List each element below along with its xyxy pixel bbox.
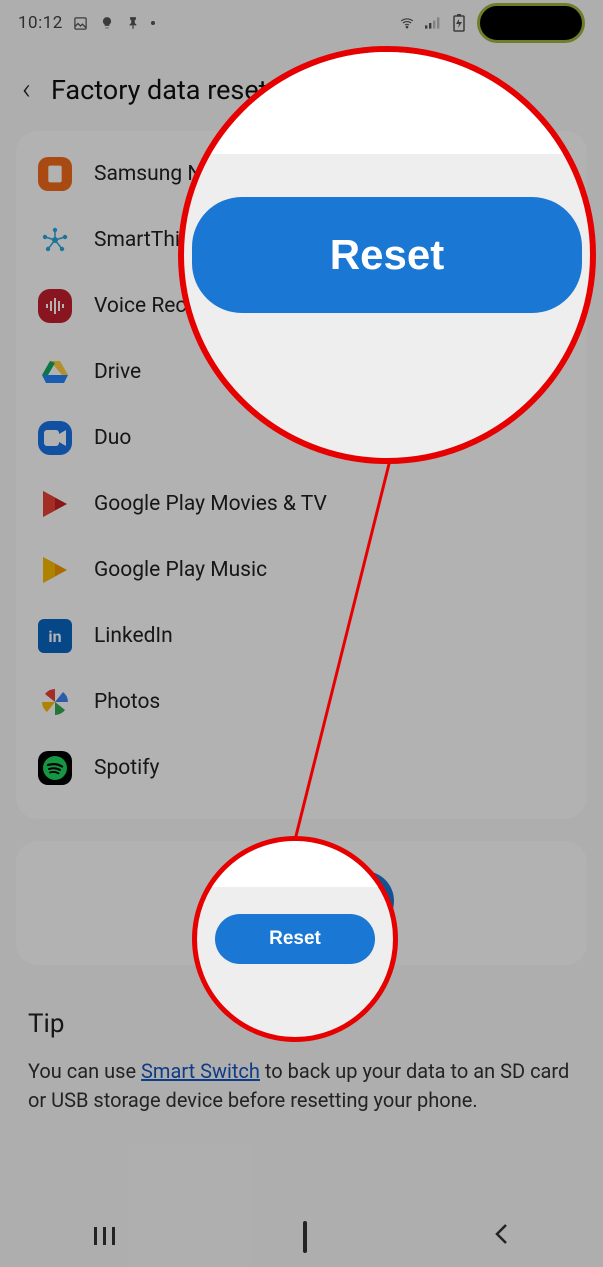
app-row-play-movies: Google Play Movies & TV [16, 471, 587, 537]
callout-big-circle: Reset [178, 46, 596, 464]
back-button[interactable]: ‹ [22, 72, 31, 107]
navigation-bar [0, 1207, 603, 1267]
app-label: Google Play Movies & TV [94, 492, 327, 516]
bulb-icon [99, 15, 115, 31]
photos-icon [38, 685, 72, 719]
dot-icon [151, 21, 155, 25]
nav-recents-button[interactable] [94, 1223, 116, 1251]
drive-icon [38, 355, 72, 389]
tip-text-before: You can use [28, 1059, 141, 1083]
app-row-linkedin: in LinkedIn [16, 603, 587, 669]
app-label: Photos [94, 690, 160, 714]
status-bar: 10:12 [0, 0, 603, 46]
nav-home-button[interactable] [303, 1223, 307, 1251]
app-row-spotify: Spotify [16, 735, 587, 801]
app-label: Spotify [94, 756, 159, 780]
nav-back-button[interactable] [494, 1223, 510, 1251]
voice-recorder-icon [38, 289, 72, 323]
app-row-photos: Photos [16, 669, 587, 735]
samsung-notes-icon [38, 157, 72, 191]
callout-big-reset-button[interactable]: Reset [192, 197, 582, 313]
battery-indicator [477, 3, 585, 43]
signal-icon [425, 15, 441, 31]
wifi-icon [399, 15, 415, 31]
duo-icon [38, 421, 72, 455]
image-icon [73, 15, 89, 31]
status-clock: 10:12 [18, 13, 63, 33]
callout-small-reset-button[interactable]: Reset [215, 914, 375, 964]
app-label: Duo [94, 426, 131, 450]
play-music-icon [38, 553, 72, 587]
callout-small-circle: Reset [192, 836, 398, 1042]
app-label: Drive [94, 360, 141, 384]
tip-body: You can use Smart Switch to back up your… [28, 1057, 575, 1115]
play-movies-icon [38, 487, 72, 521]
app-label: Google Play Music [94, 558, 267, 582]
spotify-icon [38, 751, 72, 785]
pin-icon [125, 15, 141, 31]
app-row-play-music: Google Play Music [16, 537, 587, 603]
charging-icon [451, 15, 467, 31]
smartthings-icon [38, 223, 72, 257]
smart-switch-link[interactable]: Smart Switch [141, 1059, 260, 1083]
app-label: LinkedIn [94, 624, 173, 648]
linkedin-icon: in [38, 619, 72, 653]
